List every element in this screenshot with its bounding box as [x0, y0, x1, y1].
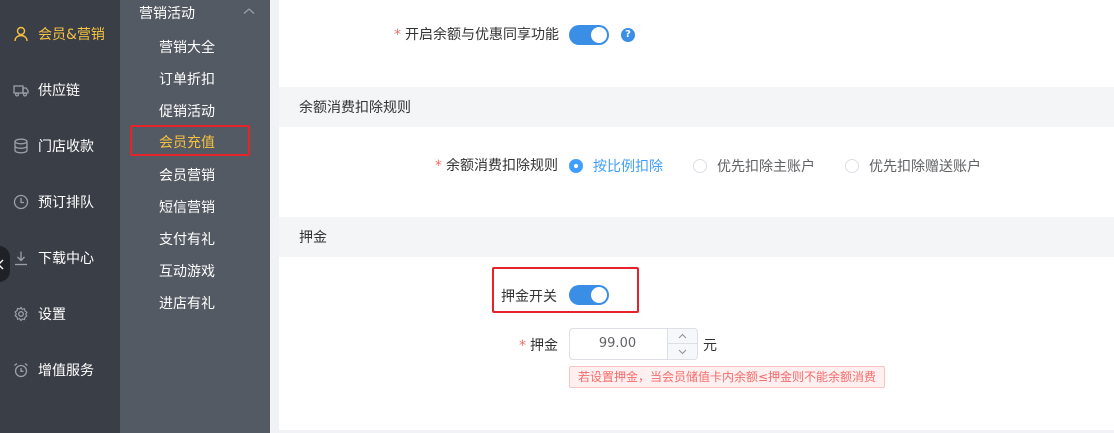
main-content: * 开启余额与优惠同享功能 ? 余额消费扣除规则 * 余额消费扣除规则 按比例扣除 … [270, 0, 1114, 433]
subnav-label: 短信营销 [159, 200, 215, 216]
section-deduct-rules: 余额消费扣除规则 [279, 87, 1114, 127]
nav-supply-chain[interactable]: 供应链 [0, 62, 120, 118]
share-balance-label: * 开启余额与优惠同享功能 [394, 24, 559, 44]
subnav-marketing-all[interactable]: 营销大全 [120, 31, 270, 63]
alarm-icon [14, 362, 28, 378]
truck-icon [13, 85, 29, 97]
deposit-amount-label: * 押金 [519, 335, 558, 355]
user-icon [14, 26, 28, 42]
deduct-rule-label-text: 余额消费扣除规则 [446, 158, 558, 174]
subnav-label: 互动游戏 [159, 264, 215, 280]
chevron-down-icon [678, 349, 687, 354]
nav-member-marketing[interactable]: 会员&营销 [0, 6, 120, 62]
share-balance-switch[interactable] [569, 25, 609, 45]
section-deposit: 押金 [279, 217, 1114, 257]
subnav-order-discount[interactable]: 订单折扣 [120, 63, 270, 95]
radio-dot [693, 159, 707, 173]
chevron-up-icon [243, 8, 255, 14]
radio-dot [845, 159, 859, 173]
nav-store-cashier[interactable]: 门店收款 [0, 118, 120, 174]
nav-label: 下载中心 [38, 251, 94, 267]
nav-settings[interactable]: 设置 [0, 286, 120, 342]
subnav-label: 会员营销 [159, 168, 215, 184]
subnav-member-marketing[interactable]: 会员营销 [120, 159, 270, 191]
subnav-label: 营销大全 [159, 40, 215, 56]
subnav-pay-gift[interactable]: 支付有礼 [120, 223, 270, 255]
nav-group-title: 营销活动 [139, 6, 195, 22]
subnav-label: 支付有礼 [159, 232, 215, 248]
database-icon [14, 138, 28, 154]
deposit-switch-label: 押金开关 [501, 289, 557, 305]
radio-label: 按比例扣除 [593, 159, 663, 175]
deduct-rule-label: * 余额消费扣除规则 [435, 155, 558, 175]
radio-dot [569, 159, 583, 173]
radio-label: 优先扣除赠送账户 [869, 159, 981, 175]
nav-label: 供应链 [38, 83, 80, 99]
deposit-amount-label-text: 押金 [530, 338, 558, 354]
primary-sidebar: 会员&营销 供应链 门店收款 预订排队 下载中心 设置 增值服务 [0, 0, 120, 433]
subnav-store-gift[interactable]: 进店有礼 [120, 287, 270, 319]
stepper-controls [667, 329, 697, 359]
nav-value-added[interactable]: 增值服务 [0, 342, 120, 398]
radio-label: 优先扣除主账户 [717, 159, 815, 175]
deposit-tip: 若设置押金，当会员储值卡内余额≤押金则不能余额消费 [569, 366, 886, 388]
secondary-sidebar: 营销活动 营销大全 订单折扣 促销活动 会员充值 会员营销 短信营销 支付有礼 … [120, 0, 270, 433]
nav-reservation-queue[interactable]: 预订排队 [0, 174, 120, 230]
radio-proportional-deduct[interactable]: 按比例扣除 [569, 156, 663, 176]
radio-gift-account-first[interactable]: 优先扣除赠送账户 [845, 156, 981, 176]
settings-panel: * 开启余额与优惠同享功能 ? 余额消费扣除规则 * 余额消费扣除规则 按比例扣除 … [279, 0, 1114, 430]
stepper-increase-button[interactable] [668, 329, 697, 344]
deposit-unit: 元 [703, 338, 717, 354]
subnav-member-recharge[interactable]: 会员充值 [120, 126, 270, 158]
subnav-label: 进店有礼 [159, 296, 215, 312]
required-mark: * [394, 27, 401, 43]
subnav-sms-marketing[interactable]: 短信营销 [120, 191, 270, 223]
subnav-label: 会员充值 [159, 135, 215, 151]
section-title: 余额消费扣除规则 [299, 100, 411, 116]
help-icon[interactable]: ? [621, 28, 635, 42]
deposit-amount-value[interactable]: 99.00 [570, 329, 665, 359]
stepper-decrease-button[interactable] [668, 344, 697, 359]
clock-icon [13, 194, 29, 210]
nav-label: 增值服务 [38, 363, 94, 379]
subnav-label: 促销活动 [159, 104, 215, 120]
chevron-left-icon [0, 259, 4, 269]
chevron-up-icon [678, 333, 687, 339]
nav-download-center[interactable]: 下载中心 [0, 230, 120, 286]
nav-label: 预订排队 [38, 195, 94, 211]
required-mark: * [519, 338, 526, 354]
section-title: 押金 [299, 230, 327, 246]
subnav-interactive-games[interactable]: 互动游戏 [120, 255, 270, 287]
subnav-promotion[interactable]: 促销活动 [120, 95, 270, 127]
nav-label: 会员&营销 [38, 27, 105, 43]
required-mark: * [435, 158, 442, 174]
download-icon [15, 251, 27, 266]
deposit-switch[interactable] [569, 285, 609, 305]
nav-group-marketing[interactable]: 营销活动 [120, 0, 270, 26]
nav-label: 设置 [38, 307, 66, 323]
subnav-label: 订单折扣 [159, 72, 215, 88]
deposit-amount-stepper[interactable]: 99.00 [569, 328, 698, 360]
share-balance-label-text: 开启余额与优惠同享功能 [405, 27, 559, 43]
gear-icon [14, 306, 28, 322]
radio-main-account-first[interactable]: 优先扣除主账户 [693, 156, 815, 176]
nav-label: 门店收款 [38, 139, 94, 155]
